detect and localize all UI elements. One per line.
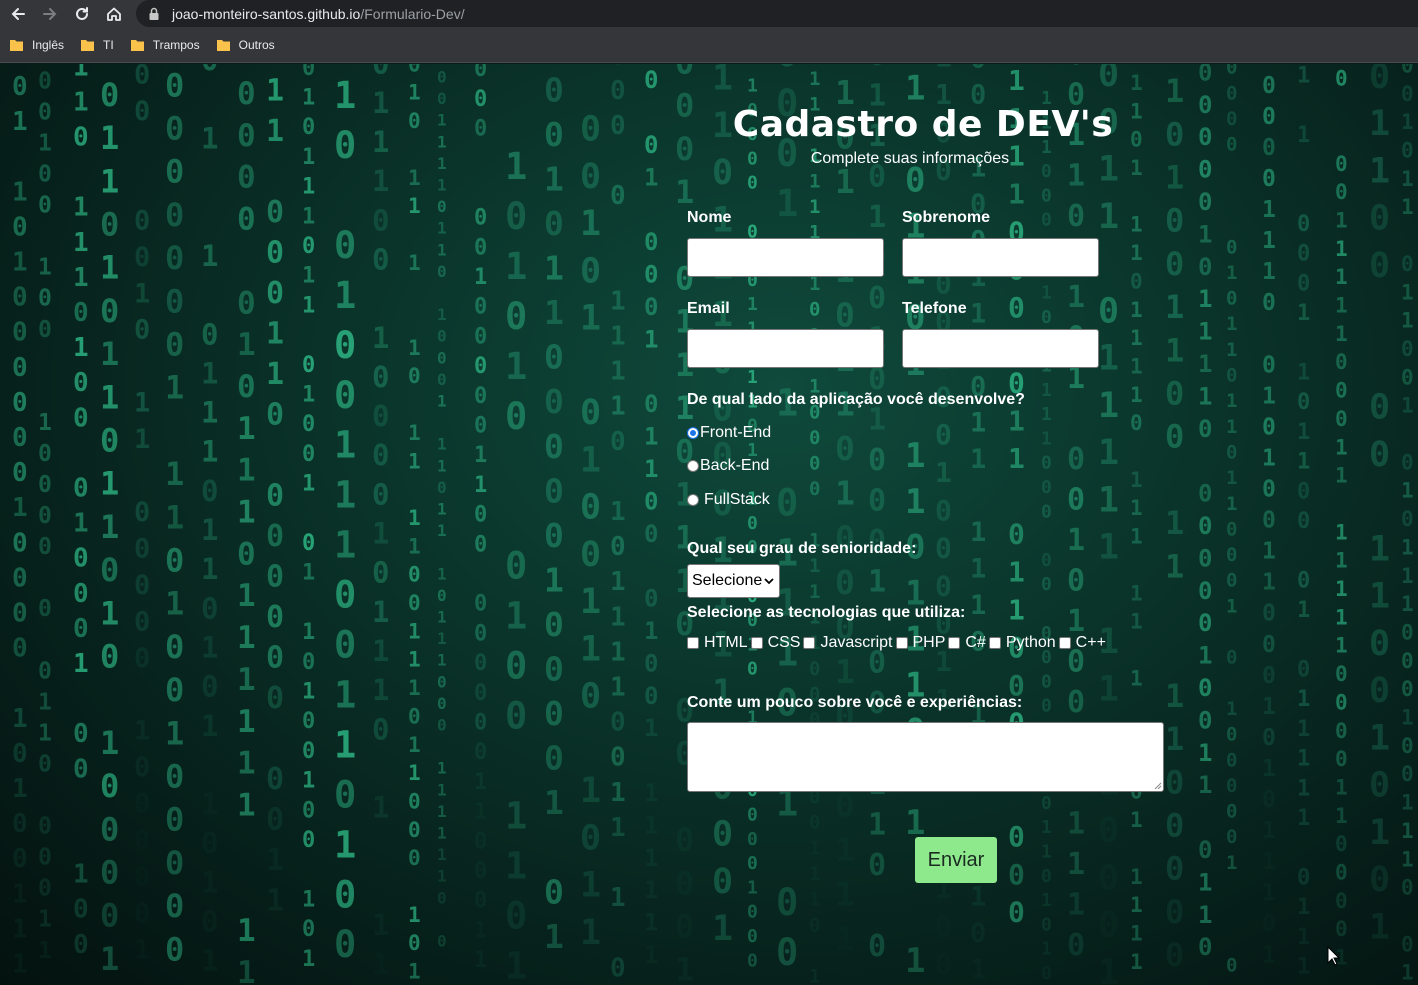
bookmark-outros[interactable]: Outros: [216, 33, 275, 57]
bookmarks-bar: Inglês TI Trampos Outros: [0, 28, 1418, 63]
tech-question: Selecione as tecnologias que utiliza:: [687, 604, 966, 621]
address-bar[interactable]: joao-monteiro-santos.github.io/Formulari…: [136, 0, 1418, 27]
bookmark-label: Trampos: [152, 38, 200, 52]
home-icon: [107, 7, 121, 21]
tech-label: PHP: [912, 634, 946, 651]
arrow-right-icon: [43, 8, 57, 20]
tech-checkbox-group: HTML CSS Javascript PHP C# Python C++: [687, 634, 1109, 652]
about-textarea[interactable]: [687, 722, 1164, 792]
tech-label: C++: [1075, 634, 1106, 651]
checkbox[interactable]: [988, 637, 1001, 649]
tech-option-php[interactable]: PHP: [895, 634, 946, 652]
lock-icon: [148, 7, 160, 21]
about-question: Conte um pouco sobre você e experiências…: [687, 694, 1023, 711]
tech-label: C#: [965, 634, 986, 651]
forward-button[interactable]: [34, 0, 66, 28]
checkbox[interactable]: [1058, 637, 1071, 649]
url-path: /Formulario-Dev/: [360, 5, 465, 22]
folder-icon: [81, 39, 95, 51]
tech-label: HTML: [704, 634, 748, 651]
back-button[interactable]: [2, 0, 34, 28]
sobrenome-input[interactable]: [902, 238, 1099, 277]
radio-label: Front-End: [700, 424, 772, 441]
bookmark-label: Inglês: [32, 38, 65, 52]
chevron-down-icon: [764, 578, 774, 585]
folder-icon: [10, 39, 23, 51]
tech-label: Javascript: [820, 634, 893, 651]
nome-input[interactable]: [687, 238, 884, 277]
bookmark-label: Outros: [238, 38, 275, 52]
submit-button[interactable]: Enviar: [915, 837, 997, 883]
tech-option-css[interactable]: CSS: [750, 634, 801, 652]
resize-handle-icon[interactable]: [1154, 782, 1162, 790]
checkbox[interactable]: [803, 637, 816, 649]
home-button[interactable]: [98, 0, 130, 28]
bookmark-label: TI: [103, 38, 114, 52]
tech-option-csharp[interactable]: C#: [948, 634, 986, 652]
bookmark-ti[interactable]: TI: [81, 33, 114, 57]
bookmark-trampos[interactable]: Trampos: [130, 33, 200, 57]
nome-label: Nome: [687, 209, 732, 226]
page-subtitle: Complete suas informações: [810, 150, 1010, 167]
radio-fullstack[interactable]: FullStack: [687, 491, 770, 509]
side-question: De qual lado da aplicação você desenvolv…: [687, 391, 1025, 408]
mouse-cursor-icon: [1327, 946, 1341, 966]
page-title: Cadastro de DEV's: [732, 104, 1114, 145]
seniority-selected-value: Selecione: [692, 572, 763, 589]
dev-signup-form: Cadastro de DEV's Complete suas informaç…: [0, 64, 1418, 985]
seniority-question: Qual seu grau de senioridade:: [687, 540, 917, 557]
radio-back-end[interactable]: Back-End: [687, 457, 769, 475]
checkbox[interactable]: [687, 637, 699, 649]
url-host: joao-monteiro-santos.github.io: [172, 5, 361, 22]
reload-icon: [76, 7, 88, 20]
radio-label: Back-End: [700, 457, 770, 474]
sobrenome-label: Sobrenome: [902, 209, 991, 226]
tech-label: CSS: [767, 634, 801, 651]
radio-front-end[interactable]: Front-End: [687, 424, 771, 442]
email-input[interactable]: [687, 329, 884, 368]
folder-icon: [216, 39, 230, 51]
folder-icon: [130, 39, 144, 51]
telefone-input[interactable]: [902, 329, 1099, 368]
browser-toolbar: joao-monteiro-santos.github.io/Formulari…: [0, 0, 1418, 28]
radio-button[interactable]: [687, 494, 699, 506]
tech-label: Python: [1005, 634, 1056, 651]
tech-option-python[interactable]: Python: [988, 634, 1056, 652]
radio-label: FullStack: [704, 491, 770, 508]
tech-option-cpp[interactable]: C++: [1058, 634, 1106, 652]
checkbox[interactable]: [948, 637, 961, 649]
telefone-label: Telefone: [902, 300, 967, 317]
checkbox[interactable]: [750, 637, 763, 649]
url-text: joao-monteiro-santos.github.io/Formulari…: [172, 6, 465, 22]
checkbox[interactable]: [895, 637, 908, 649]
tech-option-html[interactable]: HTML: [687, 634, 748, 652]
page-viewport: 0011010000001000010100111000100100100000…: [0, 64, 1418, 985]
arrow-left-icon: [11, 8, 25, 20]
bookmark-ingles[interactable]: Inglês: [10, 33, 64, 57]
tech-option-javascript[interactable]: Javascript: [803, 634, 893, 652]
seniority-select[interactable]: Selecione: [687, 564, 780, 598]
email-label: Email: [687, 300, 730, 317]
reload-button[interactable]: [66, 0, 98, 28]
radio-button[interactable]: [687, 460, 699, 472]
radio-button-selected[interactable]: [687, 427, 699, 439]
